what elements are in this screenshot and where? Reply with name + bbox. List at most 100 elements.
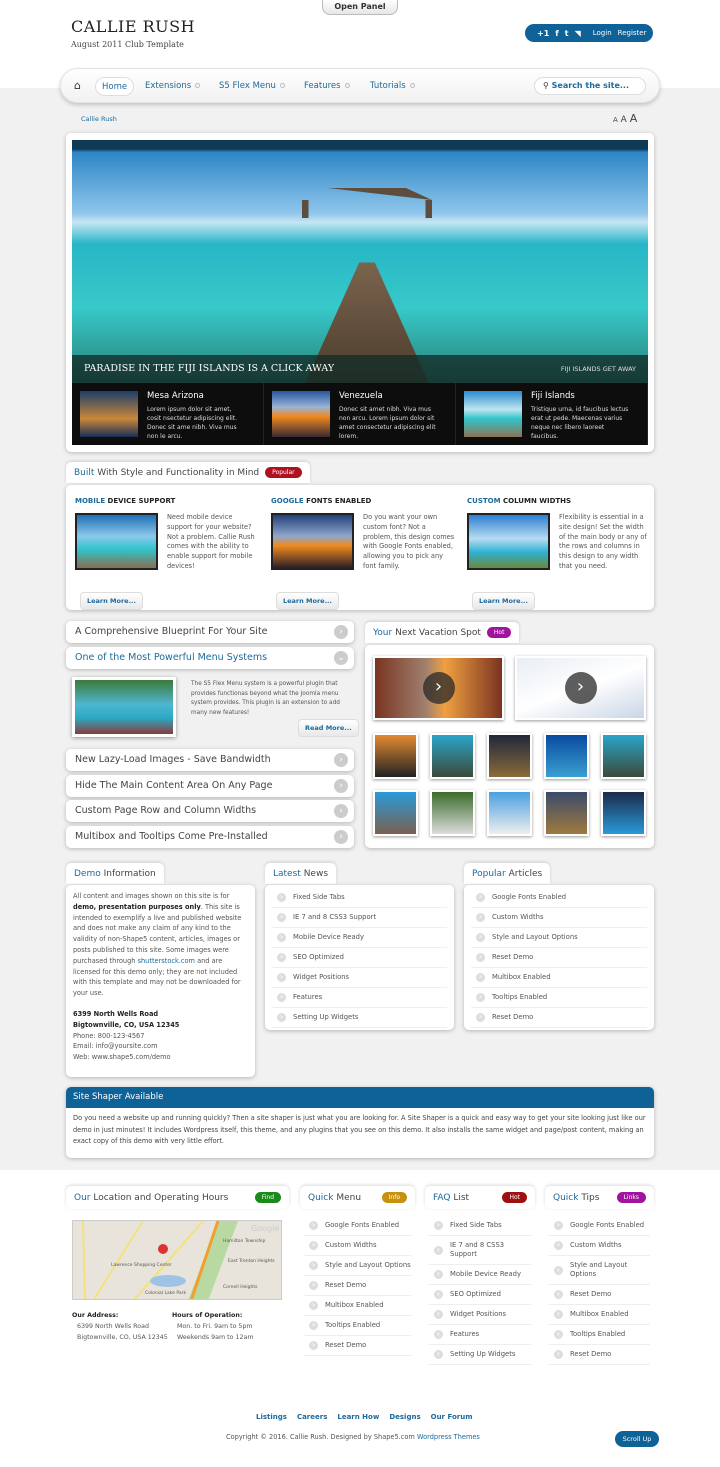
list-item[interactable]: Custom Widths [471,908,647,928]
font-small-button[interactable]: A [613,116,618,124]
list-item[interactable]: Reset Demo [304,1276,411,1296]
learn-more-button[interactable]: Learn More... [472,592,535,610]
accordion-item[interactable]: Multibox and Tooltips Come Pre-Installed… [66,826,354,848]
list-item[interactable]: Style and Layout Options [304,1256,411,1276]
login-link[interactable]: Login [593,29,612,37]
list-item[interactable]: Mobile Device Ready [429,1265,531,1285]
list-item[interactable]: Style and Layout Options [471,928,647,948]
list-item[interactable]: IE 7 and 8 CSS3 Support [429,1236,531,1265]
slide-thumb[interactable]: Fiji Islands Tristique urna, id faucibus … [456,383,648,445]
list-item[interactable]: SEO Optimized [429,1285,531,1305]
list-item[interactable]: Features [429,1325,531,1345]
register-link[interactable]: Register [618,29,647,37]
nav-extensions[interactable]: Extensions [145,77,201,96]
gallery-thumb[interactable] [487,733,532,779]
list-item[interactable]: Fixed Side Tabs [429,1216,531,1236]
gallery-thumb[interactable] [487,790,532,836]
font-medium-button[interactable]: A [621,115,627,125]
chevron-right-icon[interactable]: › [334,830,348,844]
list-item[interactable]: Multibox Enabled [549,1305,650,1325]
accordion-item[interactable]: A Comprehensive Blueprint For Your Site › [66,621,354,643]
footer-link-learn-how[interactable]: Learn How [337,1413,379,1421]
list-item[interactable]: Multibox Enabled [471,968,647,988]
nav-tutorials[interactable]: Tutorials [370,77,415,96]
footer-link-listings[interactable]: Listings [256,1413,287,1421]
next-arrow-icon[interactable]: › [564,672,597,704]
accordion-item[interactable]: One of the Most Powerful Menu Systems ⌄ [66,647,354,669]
nav-features[interactable]: Features [304,77,350,96]
next-arrow-icon[interactable]: › [422,672,455,704]
gallery-thumb[interactable] [544,733,589,779]
gallery-thumb[interactable] [430,733,475,779]
list-item[interactable]: Custom Widths [549,1236,650,1256]
shutterstock-link[interactable]: shutterstock.com [138,957,195,965]
list-item[interactable]: Setting Up Widgets [272,1008,447,1028]
list-item[interactable]: Mobile Device Ready [272,928,447,948]
chevron-right-icon[interactable]: › [334,753,348,767]
list-item[interactable]: Widget Positions [272,968,447,988]
list-item[interactable]: Reset Demo [549,1345,650,1365]
chevron-down-icon[interactable]: ⌄ [334,651,348,665]
list-item[interactable]: Google Fonts Enabled [471,888,647,908]
breadcrumb[interactable]: Callie Rush [81,115,117,123]
read-more-button[interactable]: Read More... [298,719,359,737]
title-text: News [303,868,329,879]
site-logo[interactable]: CALLIE RUSH [71,17,195,36]
scroll-up-button[interactable]: Scroll Up [615,1431,659,1447]
list-item[interactable]: Multibox Enabled [304,1296,411,1316]
list-item[interactable]: Style and Layout Options [549,1256,650,1285]
search-input[interactable]: ⚲ Search the site... [534,77,646,95]
gallery-thumb[interactable] [430,790,475,836]
list-item[interactable]: Tooltips Enabled [471,988,647,1008]
gallery-thumb[interactable] [544,790,589,836]
list-item[interactable]: Custom Widths [304,1236,411,1256]
location-map[interactable]: Lawrence Shopping Center East Trenton He… [72,1220,282,1300]
footer-link-forum[interactable]: Our Forum [431,1413,473,1421]
slide-thumb[interactable]: Venezuela Donec sit amet nibh. Viva mus n… [264,383,456,445]
facebook-icon[interactable]: f [555,29,558,38]
gallery-thumb[interactable] [601,733,646,779]
chevron-right-icon[interactable]: › [334,804,348,818]
home-icon[interactable]: ⌂ [74,79,81,92]
learn-more-button[interactable]: Learn More... [276,592,339,610]
gallery-thumb[interactable] [601,790,646,836]
footer-link-careers[interactable]: Careers [297,1413,327,1421]
list-item[interactable]: Tooltips Enabled [549,1325,650,1345]
list-item[interactable]: Reset Demo [471,1008,647,1028]
google-plus-icon[interactable]: +1 [537,29,549,38]
list-item[interactable]: Reset Demo [471,948,647,968]
chevron-right-icon[interactable]: › [334,779,348,793]
chevron-right-icon[interactable]: › [334,625,348,639]
gallery-slide[interactable]: › [373,656,504,720]
gallery-slide[interactable]: › [515,656,646,720]
list-item[interactable]: Setting Up Widgets [429,1345,531,1365]
learn-more-button[interactable]: Learn More... [80,592,143,610]
list-item[interactable]: Widget Positions [429,1305,531,1325]
list-item[interactable]: Tooltips Enabled [304,1316,411,1336]
list-item[interactable]: Reset Demo [549,1285,650,1305]
list-item[interactable]: Fixed Side Tabs [272,888,447,908]
list-item[interactable]: Google Fonts Enabled [549,1216,650,1236]
twitter-icon[interactable]: t [565,29,569,38]
nav-home[interactable]: Home [95,77,135,96]
list-item[interactable]: IE 7 and 8 CSS3 Support [272,908,447,928]
list-item[interactable]: Google Fonts Enabled [304,1216,411,1236]
font-large-button[interactable]: A [630,112,638,125]
gallery-thumb[interactable] [373,790,418,836]
nav-flex-menu[interactable]: S5 Flex Menu [219,77,285,96]
rss-icon[interactable]: ◥ [575,29,581,38]
slide-image[interactable]: PARADISE IN THE FIJI ISLANDS IS A CLICK … [72,140,648,445]
hours-block: Hours of Operation: Mon. to Fri. 9am to 5… [172,1310,254,1343]
list-item[interactable]: Reset Demo [304,1336,411,1356]
accordion-item[interactable]: Custom Page Row and Column Widths › [66,800,354,822]
accordion-item[interactable]: New Lazy-Load Images - Save Bandwidth › [66,749,354,771]
wordpress-themes-link[interactable]: Wordpress Themes [417,1433,480,1441]
accordion-item[interactable]: Hide The Main Content Area On Any Page › [66,775,354,797]
slide-thumb[interactable]: Mesa Arizona Lorem ipsum dolor sit amet, … [72,383,264,445]
footer-link-designs[interactable]: Designs [389,1413,420,1421]
gallery-thumb[interactable] [373,733,418,779]
open-panel-button[interactable]: Open Panel [322,0,398,15]
list-item[interactable]: Features [272,988,447,1008]
find-badge[interactable]: Find [254,1192,281,1203]
list-item[interactable]: SEO Optimized [272,948,447,968]
